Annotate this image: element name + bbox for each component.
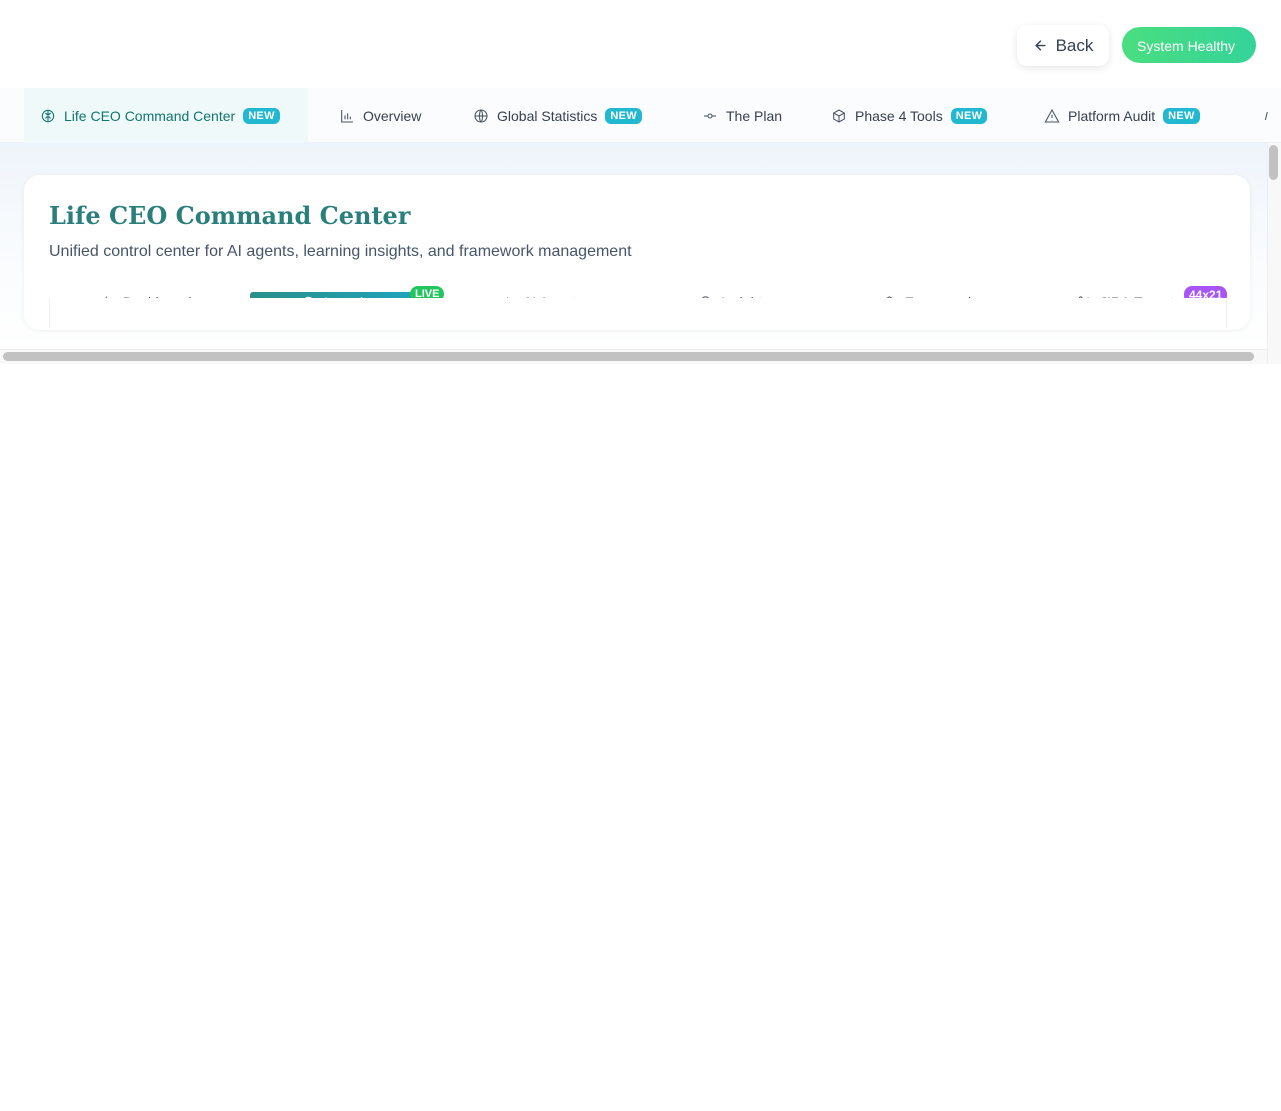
page-title: Life CEO Command Center <box>49 201 411 230</box>
nav-item-label: The Plan <box>726 107 783 124</box>
page-subtitle: Unified control center for AI agents, le… <box>49 243 632 260</box>
vertical-scrollbar-thumb[interactable] <box>1269 145 1278 180</box>
system-status-label: System Healthy <box>1137 38 1236 54</box>
git-commit-icon <box>704 112 716 119</box>
nav-item-overflow[interactable] <box>1260 88 1276 143</box>
nav-item-label: Overview <box>363 107 422 124</box>
alert-triangle-icon <box>1044 108 1060 123</box>
nav-item-phase-4-tools[interactable]: Phase 4 Tools NEW <box>831 88 988 143</box>
arrow-left-icon <box>1035 40 1046 51</box>
top-bar: Back System Healthy <box>0 0 1281 88</box>
horizontal-scrollbar-thumb[interactable] <box>3 352 1254 361</box>
overflow-icon <box>1264 111 1268 120</box>
new-badge: NEW <box>243 107 280 124</box>
main-scroll-area: Life CEO Command Center NEW Overview Glo… <box>0 88 1281 364</box>
nav-item-platform-audit[interactable]: Platform Audit NEW <box>1044 88 1200 143</box>
system-status-button[interactable]: System Healthy <box>1122 27 1256 63</box>
new-badge: NEW <box>950 107 988 124</box>
new-badge: NEW <box>605 107 642 124</box>
page-content: Life CEO Command Center Unified control … <box>0 143 1267 349</box>
nav-item-global-statistics[interactable]: Global Statistics NEW <box>473 88 642 143</box>
nav-item-overview[interactable]: Overview <box>339 88 421 143</box>
nav-item-life-ceo[interactable]: Life CEO Command Center NEW <box>24 88 308 143</box>
top-navigation: Life CEO Command Center NEW Overview Glo… <box>0 88 1281 143</box>
package-icon <box>833 108 845 123</box>
tab-content-panel <box>49 298 1227 328</box>
nav-item-label: Phase 4 Tools <box>855 107 943 124</box>
new-badge: NEW <box>1163 107 1200 124</box>
nav-item-label: Platform Audit <box>1068 107 1156 124</box>
nav-item-label: Global Statistics <box>497 107 598 124</box>
nav-item-the-plan[interactable]: The Plan <box>702 88 782 143</box>
bar-chart-icon <box>341 109 353 123</box>
back-button[interactable]: Back <box>1017 25 1109 66</box>
back-button-label: Back <box>1055 35 1094 55</box>
nav-item-label: Life CEO Command Center <box>64 107 236 124</box>
globe-icon <box>474 108 488 123</box>
brain-icon <box>41 109 55 122</box>
